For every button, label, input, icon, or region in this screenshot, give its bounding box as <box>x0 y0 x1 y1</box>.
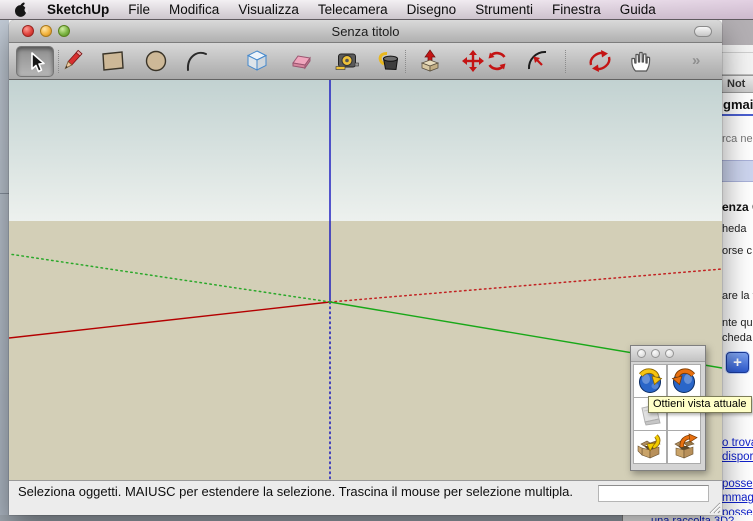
tool-paint-bucket[interactable] <box>372 46 406 76</box>
toolbar-overflow-chevron[interactable]: » <box>692 52 698 69</box>
background-bottom-strip: una raccolta 3D? <box>0 515 753 521</box>
offset-icon <box>525 48 551 74</box>
browser-link[interactable]: dispor <box>722 451 753 463</box>
status-bar: Seleziona oggetti. MAIUSC per estendere … <box>9 480 722 515</box>
pan-hand-icon <box>627 48 653 74</box>
browser-highlight-bar <box>722 160 753 182</box>
toolbar-toggle-button[interactable] <box>694 26 712 37</box>
green-axis-dotted <box>9 254 330 302</box>
paint-bucket-icon <box>376 48 402 74</box>
red-axis-dotted <box>330 269 722 302</box>
browser-text-fragment: are la f <box>722 290 753 302</box>
browser-link[interactable]: posse <box>722 478 753 490</box>
menu-item-disegno[interactable]: Disegno <box>407 2 457 17</box>
toolbar-separator <box>565 50 566 73</box>
palette-grid <box>634 365 704 464</box>
select-arrow-icon <box>23 50 47 74</box>
apple-icon <box>14 1 28 18</box>
menu-item-visualizza[interactable]: Visualizza <box>238 2 299 17</box>
push-pull-icon <box>417 48 443 74</box>
tool-orbit[interactable] <box>583 46 617 76</box>
browser-toolbar-row <box>722 45 753 75</box>
browser-heading: gmail <box>723 97 753 112</box>
arc-icon <box>184 48 210 74</box>
tooltip: Ottieni vista attuale <box>648 396 752 413</box>
menu-item-file[interactable]: File <box>128 2 150 17</box>
sketchup-window: Senza titolo <box>9 20 722 515</box>
tool-make-component[interactable] <box>240 46 274 76</box>
tool-eraser[interactable] <box>285 46 319 76</box>
red-axis-solid <box>9 302 330 338</box>
screen: Not gmail rca ne enza G heda orse c are … <box>0 0 753 521</box>
toolbar: » <box>9 43 722 80</box>
tool-line[interactable] <box>55 46 89 76</box>
browser-search-hint[interactable]: rca ne <box>722 133 753 145</box>
pencil-icon <box>59 48 85 74</box>
globe-yellow-arrow-icon <box>636 367 664 395</box>
browser-text-fragment: orse c <box>722 245 752 257</box>
tool-pan[interactable] <box>623 46 657 76</box>
browser-tab[interactable]: Not <box>722 75 753 93</box>
palette-minimize-button[interactable] <box>651 349 660 358</box>
measurement-box[interactable] <box>598 485 709 502</box>
menu-item-modifica[interactable]: Modifica <box>169 2 219 17</box>
tool-circle[interactable] <box>139 46 173 76</box>
browser-text-fragment: heda <box>722 223 746 235</box>
toolbar-separator <box>405 50 406 73</box>
add-button[interactable]: + <box>726 352 749 373</box>
rotate-icon <box>484 48 510 74</box>
browser-chrome <box>722 20 753 45</box>
palette-title-bar[interactable] <box>631 346 705 362</box>
eraser-icon <box>289 48 315 74</box>
tool-offset[interactable] <box>521 46 555 76</box>
browser-link[interactable]: o trova <box>722 437 753 449</box>
get-models-button[interactable] <box>633 430 667 464</box>
menu-item-finestra[interactable]: Finestra <box>552 2 601 17</box>
share-model-button[interactable] <box>667 430 701 464</box>
rectangle-icon <box>100 48 126 74</box>
component-box-icon <box>244 48 270 74</box>
tool-tape-measure[interactable] <box>331 46 365 76</box>
background-divider <box>0 193 9 194</box>
menu-item-sketchup[interactable]: SketchUp <box>47 2 109 17</box>
menu-item-guida[interactable]: Guida <box>620 2 656 17</box>
tool-rotate[interactable] <box>480 46 514 76</box>
tool-select[interactable] <box>16 46 54 77</box>
drawing-viewport[interactable] <box>9 80 722 480</box>
menu-bar: SketchUp File Modifica Visualizza Teleca… <box>0 0 753 20</box>
box-arrow-in-icon <box>636 433 664 461</box>
browser-text-fragment: cheda <box>722 332 752 344</box>
box-arrow-out-icon <box>670 433 698 461</box>
browser-section-heading: enza G <box>722 200 753 214</box>
palette-zoom-button[interactable] <box>665 349 674 358</box>
globe-orange-arrow-icon <box>670 367 698 395</box>
background-left-strip <box>0 20 9 521</box>
tool-rectangle[interactable] <box>96 46 130 76</box>
drawing-axes <box>9 80 722 480</box>
resize-grip[interactable] <box>707 500 721 514</box>
browser-rule <box>722 114 753 116</box>
palette-close-button[interactable] <box>637 349 646 358</box>
circle-icon <box>143 48 169 74</box>
orbit-icon <box>587 48 613 74</box>
browser-bottom-link[interactable]: una raccolta 3D? <box>651 515 734 521</box>
toggle-terrain-button[interactable] <box>667 364 701 398</box>
status-message: Seleziona oggetti. MAIUSC per estendere … <box>18 484 618 499</box>
menu-item-telecamera[interactable]: Telecamera <box>318 2 388 17</box>
get-current-view-button[interactable] <box>633 364 667 398</box>
browser-link[interactable]: mmag <box>722 492 753 504</box>
background-bottom-panel: una raccolta 3D? <box>622 515 753 521</box>
tool-arc[interactable] <box>180 46 214 76</box>
apple-menu[interactable] <box>14 1 28 18</box>
menu-item-strumenti[interactable]: Strumenti <box>475 2 533 17</box>
tape-measure-icon <box>335 48 361 74</box>
window-title: Senza titolo <box>9 24 722 39</box>
background-browser-window: Not gmail rca ne enza G heda orse c are … <box>722 20 753 521</box>
tool-push-pull[interactable] <box>413 46 447 76</box>
browser-text-fragment: nte qu <box>722 317 753 329</box>
title-bar[interactable]: Senza titolo <box>9 20 722 43</box>
